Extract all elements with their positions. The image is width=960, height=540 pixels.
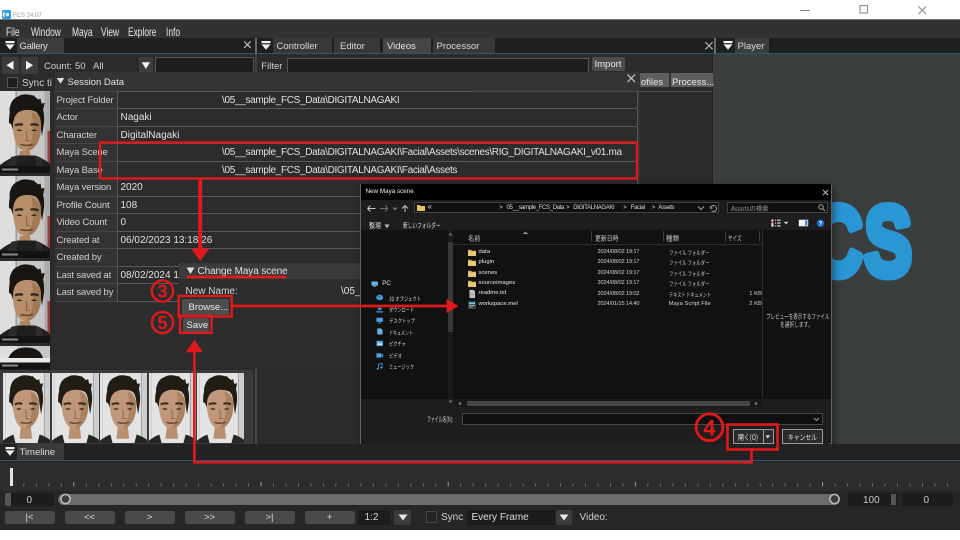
svg-text:?: ? <box>818 221 822 227</box>
